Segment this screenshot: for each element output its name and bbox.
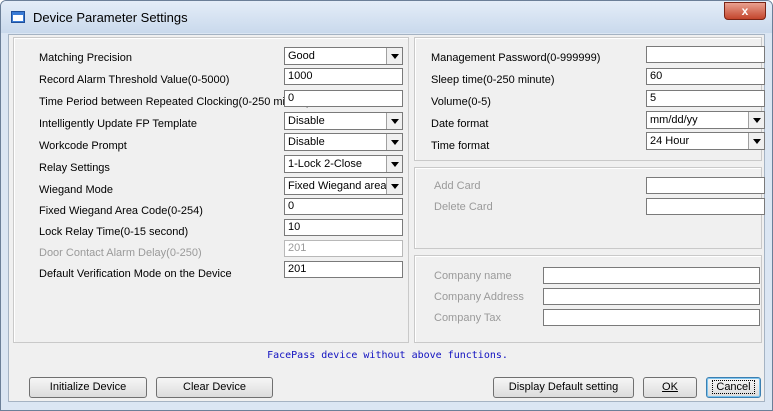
chevron-down-icon xyxy=(748,112,764,128)
date-format-select[interactable]: mm/dd/yy xyxy=(646,111,765,129)
sleep-time-input[interactable]: 60 xyxy=(646,68,765,85)
cancel-button[interactable]: Cancel xyxy=(706,377,761,398)
card-panel: Add Card Delete Card xyxy=(414,167,765,249)
time-format-select[interactable]: 24 Hour xyxy=(646,132,765,150)
add-card-input[interactable] xyxy=(646,177,765,194)
dialog-body: Matching Precision Good Record Alarm Thr… xyxy=(8,34,765,402)
workcode-value: Disable xyxy=(288,136,325,148)
window-icon xyxy=(11,11,25,23)
company-name-label: Company name xyxy=(434,270,512,282)
record-alarm-input[interactable]: 1000 xyxy=(284,68,403,85)
time-period-label: Time Period between Repeated Clocking(0-… xyxy=(39,96,311,108)
workcode-label: Workcode Prompt xyxy=(39,140,127,152)
time-format-value: 24 Hour xyxy=(650,135,690,147)
company-panel: Company name Company Address Company Tax xyxy=(414,255,762,343)
company-name-input[interactable] xyxy=(543,267,760,284)
cancel-label: Cancel xyxy=(712,380,755,394)
mgmt-password-input[interactable] xyxy=(646,46,765,63)
close-button[interactable]: x xyxy=(724,2,766,20)
delete-card-input[interactable] xyxy=(646,198,765,215)
mgmt-password-label: Management Password(0-999999) xyxy=(431,52,601,64)
matching-precision-value: Good xyxy=(288,50,315,62)
chevron-down-icon xyxy=(386,48,402,64)
date-format-label: Date format xyxy=(431,118,489,130)
volume-label: Volume(0-5) xyxy=(431,96,491,108)
display-default-button[interactable]: Display Default setting xyxy=(493,377,634,398)
update-fp-label: Intelligently Update FP Template xyxy=(39,118,197,130)
update-fp-value: Disable xyxy=(288,115,325,127)
lock-relay-input[interactable]: 10 xyxy=(284,219,403,236)
company-address-label: Company Address xyxy=(434,291,524,303)
chevron-down-icon xyxy=(748,133,764,149)
time-format-label: Time format xyxy=(431,140,490,152)
update-fp-select[interactable]: Disable xyxy=(284,112,403,130)
device-settings-panel: Management Password(0-999999) Sleep time… xyxy=(414,37,765,161)
ok-label: OK xyxy=(662,381,678,393)
delete-card-label: Delete Card xyxy=(434,201,493,213)
lock-relay-label: Lock Relay Time(0-15 second) xyxy=(39,226,189,238)
initialize-device-button[interactable]: Initialize Device xyxy=(29,377,147,398)
record-alarm-label: Record Alarm Threshold Value(0-5000) xyxy=(39,74,230,86)
general-settings-panel: Matching Precision Good Record Alarm Thr… xyxy=(13,37,409,343)
company-address-input[interactable] xyxy=(543,288,760,305)
facepass-note: FacePass device without above functions. xyxy=(267,350,508,361)
chevron-down-icon xyxy=(386,113,402,129)
settings-window: Device Parameter Settings x Matching Pre… xyxy=(0,0,773,411)
wiegand-area-input[interactable]: 0 xyxy=(284,198,403,215)
chevron-down-icon xyxy=(386,178,402,194)
chevron-down-icon xyxy=(386,134,402,150)
relay-settings-value: 1-Lock 2-Close xyxy=(288,158,362,170)
door-contact-label: Door Contact Alarm Delay(0-250) xyxy=(39,247,202,259)
clear-device-button[interactable]: Clear Device xyxy=(156,377,273,398)
window-title: Device Parameter Settings xyxy=(33,10,188,25)
relay-settings-label: Relay Settings xyxy=(39,162,110,174)
relay-settings-select[interactable]: 1-Lock 2-Close xyxy=(284,155,403,173)
matching-precision-select[interactable]: Good xyxy=(284,47,403,65)
wiegand-area-label: Fixed Wiegand Area Code(0-254) xyxy=(39,205,203,217)
default-verify-input[interactable]: 201 xyxy=(284,261,403,278)
matching-precision-label: Matching Precision xyxy=(39,52,132,64)
company-tax-label: Company Tax xyxy=(434,312,502,324)
chevron-down-icon xyxy=(386,156,402,172)
workcode-select[interactable]: Disable xyxy=(284,133,403,151)
ok-button[interactable]: OK xyxy=(643,377,697,398)
volume-input[interactable]: 5 xyxy=(646,90,765,107)
door-contact-input: 201 xyxy=(284,240,403,257)
default-verify-label: Default Verification Mode on the Device xyxy=(39,268,232,280)
sleep-time-label: Sleep time(0-250 minute) xyxy=(431,74,555,86)
wiegand-mode-label: Wiegand Mode xyxy=(39,184,113,196)
wiegand-mode-select[interactable]: Fixed Wiegand area cod xyxy=(284,177,403,195)
company-tax-input[interactable] xyxy=(543,309,760,326)
title-bar: Device Parameter Settings x xyxy=(1,1,772,33)
time-period-input[interactable]: 0 xyxy=(284,90,403,107)
date-format-value: mm/dd/yy xyxy=(650,114,698,126)
add-card-label: Add Card xyxy=(434,180,481,192)
